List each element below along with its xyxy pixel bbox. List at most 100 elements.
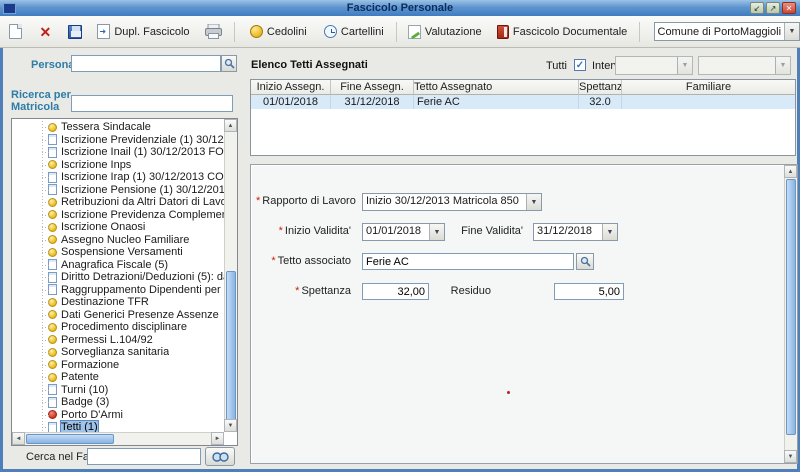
duplicate-icon: [97, 24, 110, 39]
tree-item[interactable]: Procedimento disciplinare: [12, 321, 224, 334]
fascicolo-documentale-label: Fascicolo Documentale: [513, 26, 627, 38]
yellow-node-icon: [48, 160, 57, 169]
valutazione-button[interactable]: Valutazione: [402, 21, 488, 43]
column-header[interactable]: Spettanza: [579, 80, 622, 95]
close-button[interactable]: ✕: [782, 2, 796, 14]
cerca-fascicolo-button[interactable]: [205, 447, 235, 466]
rapporto-select[interactable]: Inizio 30/12/2013 Matricola 850 ▼: [362, 193, 542, 211]
scroll-down-icon[interactable]: ▼: [784, 450, 797, 463]
form-vertical-scrollbar[interactable]: ▲ ▼: [784, 165, 797, 463]
tree-item-label: Anagrafica Fiscale (5): [61, 259, 168, 271]
yellow-node-icon: [48, 123, 57, 132]
duplica-fascicolo-button[interactable]: Dupl. Fascicolo: [91, 20, 195, 43]
column-header[interactable]: Fine Assegn.: [331, 80, 414, 95]
intervallo-to-select[interactable]: ▼: [698, 56, 791, 75]
tree-horizontal-scrollbar[interactable]: ◄ ►: [12, 432, 224, 445]
chevron-down-icon[interactable]: ▼: [526, 194, 541, 210]
tetto-search-button[interactable]: [576, 253, 594, 270]
persona-input[interactable]: [71, 55, 221, 72]
rapporto-value: Inizio 30/12/2013 Matricola 850: [363, 194, 526, 210]
column-header[interactable]: Tetto Assegnato: [414, 80, 579, 95]
tetto-associato-input[interactable]: [362, 253, 574, 270]
scroll-left-icon[interactable]: ◄: [12, 432, 25, 445]
tree-item-label: Procedimento disciplinare: [61, 321, 187, 333]
column-header[interactable]: Familiare: [622, 80, 795, 95]
yellow-node-icon: [48, 248, 57, 257]
scroll-up-icon[interactable]: ▲: [224, 119, 237, 132]
table-row[interactable]: 01/01/201831/12/2018Ferie AC32.0: [251, 95, 795, 109]
cedolini-coin-icon: [250, 25, 263, 38]
scroll-right-icon[interactable]: ►: [211, 432, 224, 445]
scroll-down-icon[interactable]: ▼: [224, 419, 237, 432]
yellow-node-icon: [48, 323, 57, 332]
yellow-node-icon: [48, 360, 57, 369]
tree-item[interactable]: Turni (10): [12, 384, 224, 397]
fascicolo-documentale-button[interactable]: Fascicolo Documentale: [491, 21, 633, 43]
scroll-up-icon[interactable]: ▲: [784, 165, 797, 178]
delete-button[interactable]: ✕: [34, 21, 58, 43]
column-header[interactable]: Inizio Assegn.: [251, 80, 331, 95]
tree-item[interactable]: Porto D'Armi: [12, 409, 224, 422]
cerca-fascicolo-input[interactable]: [87, 448, 201, 465]
tree-vertical-scrollbar[interactable]: ▲ ▼: [224, 119, 237, 432]
persona-search-button[interactable]: [221, 55, 237, 72]
print-button[interactable]: [199, 20, 228, 43]
chevron-down-icon[interactable]: ▼: [784, 23, 799, 40]
tree-item[interactable]: Formazione: [12, 359, 224, 372]
yellow-node-icon: [48, 348, 57, 357]
tree-item[interactable]: Iscrizione Inail (1) 30/12/2013 FONDAZIO…: [12, 146, 224, 159]
tree-item[interactable]: Patente: [12, 371, 224, 384]
yellow-node-icon: [48, 235, 57, 244]
tree-item[interactable]: Sospensione Versamenti: [12, 246, 224, 259]
documentale-book-icon: [497, 25, 509, 39]
tree-item[interactable]: Permessi L.104/92: [12, 334, 224, 347]
tetti-table-body: 01/01/201831/12/2018Ferie AC32.0: [251, 95, 795, 109]
intervallo-from-select[interactable]: ▼: [615, 56, 693, 75]
tree-item-label: Iscrizione Previdenza Complementare: [61, 209, 224, 221]
maximize-button[interactable]: ↗: [766, 2, 780, 14]
elenco-header: Elenco Tetti Assegnati Tutti ✓ Intervall…: [247, 53, 797, 78]
residuo-input[interactable]: [554, 283, 624, 300]
new-button[interactable]: [3, 20, 28, 43]
elenco-title: Elenco Tetti Assegnati: [251, 59, 368, 71]
inizio-validita-datepicker[interactable]: 01/01/2018 ▼: [362, 223, 445, 241]
tree-item-label: Iscrizione Inps: [61, 159, 131, 171]
table-cell: 31/12/2018: [331, 95, 414, 109]
fine-validita-datepicker[interactable]: 31/12/2018 ▼: [533, 223, 618, 241]
tree-item[interactable]: Iscrizione Onaosi: [12, 221, 224, 234]
company-select[interactable]: Comune di PortoMaggioli ▼: [654, 22, 800, 41]
doc-node-icon: [48, 134, 57, 145]
tree-item[interactable]: Tetti (1): [12, 421, 224, 432]
tree-item[interactable]: Iscrizione Pensione (1) 30/12/2013 CORPO…: [12, 184, 224, 197]
tree-item[interactable]: Dati Generici Presenze Assenze: [12, 309, 224, 322]
chevron-down-icon[interactable]: ▼: [429, 224, 444, 240]
tree-item[interactable]: Iscrizione Irap (1) 30/12/2013 CORPORATI…: [12, 171, 224, 184]
tree-item[interactable]: Badge (3): [12, 396, 224, 409]
tree-item[interactable]: Diritto Detrazioni/Deduzioni (5): da 1/2…: [12, 271, 224, 284]
stray-red-dot: [507, 391, 510, 394]
tree-item[interactable]: Anagrafica Fiscale (5): [12, 259, 224, 272]
tree-item[interactable]: Iscrizione Previdenziale (1) 30/12/2013 …: [12, 134, 224, 147]
tree-item[interactable]: Raggruppamento Dipendenti per Contabiliz…: [12, 284, 224, 297]
tree-vscroll-thumb[interactable]: [226, 271, 236, 421]
form-vscroll-thumb[interactable]: [786, 179, 796, 435]
tree-item-label: Raggruppamento Dipendenti per Contabiliz…: [61, 284, 224, 296]
tree-item[interactable]: Iscrizione Previdenza Complementare: [12, 209, 224, 222]
save-button[interactable]: [62, 21, 88, 43]
tree-item[interactable]: Iscrizione Inps: [12, 159, 224, 172]
tree-item-label: Iscrizione Onaosi: [61, 221, 145, 233]
tree-item[interactable]: Sorveglianza sanitaria: [12, 346, 224, 359]
restore-button[interactable]: ↙: [750, 2, 764, 14]
cedolini-button[interactable]: Cedolini: [244, 21, 313, 42]
table-cell: 32.0: [579, 95, 622, 109]
tree-item-label: Formazione: [61, 359, 119, 371]
tree-item[interactable]: Assegno Nucleo Familiare: [12, 234, 224, 247]
matricola-input[interactable]: [71, 95, 233, 112]
tree-hscroll-thumb[interactable]: [26, 434, 114, 444]
tutti-checkbox[interactable]: ✓: [574, 59, 586, 71]
chevron-down-icon[interactable]: ▼: [602, 224, 617, 240]
cartellini-button[interactable]: Cartellini: [318, 21, 390, 42]
tree-item[interactable]: Destinazione TFR: [12, 296, 224, 309]
tree-item[interactable]: Retribuzioni da Altri Datori di Lavoro: [12, 196, 224, 209]
tree-item[interactable]: Tessera Sindacale: [12, 121, 224, 134]
